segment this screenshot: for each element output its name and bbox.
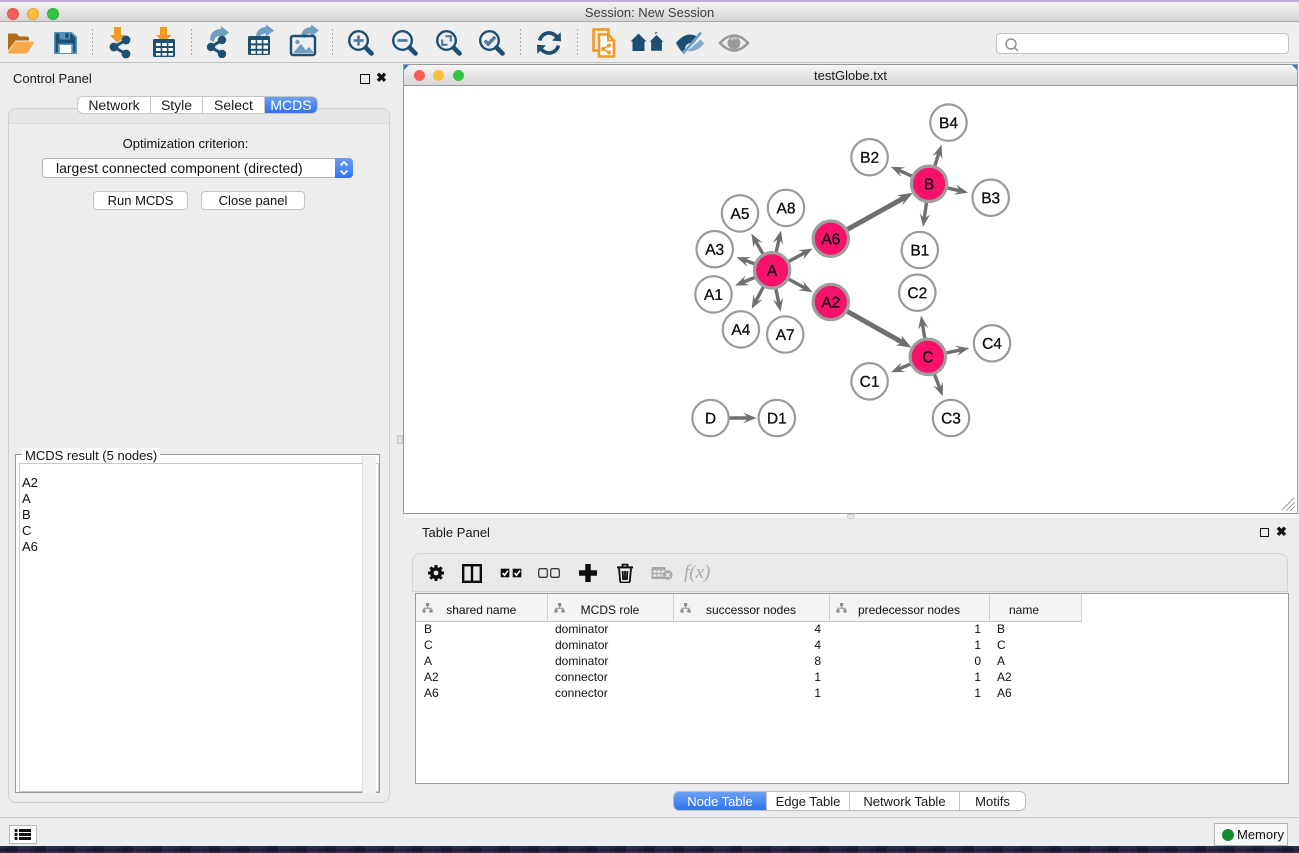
svg-text:A: A — [767, 263, 778, 280]
svg-text:B1: B1 — [910, 242, 929, 259]
svg-text:A6: A6 — [821, 231, 840, 248]
svg-text:A3: A3 — [705, 242, 724, 259]
svg-text:D: D — [705, 410, 716, 427]
svg-text:C3: C3 — [941, 410, 961, 427]
svg-text:A1: A1 — [704, 287, 723, 304]
svg-text:B4: B4 — [939, 115, 958, 132]
svg-text:B: B — [924, 176, 934, 193]
svg-text:C1: C1 — [860, 374, 880, 391]
svg-text:A7: A7 — [776, 327, 795, 344]
svg-text:A4: A4 — [731, 322, 750, 339]
svg-text:C4: C4 — [982, 336, 1002, 353]
svg-text:A5: A5 — [731, 206, 750, 223]
svg-text:D1: D1 — [767, 410, 787, 427]
svg-text:A2: A2 — [821, 294, 840, 311]
svg-text:C2: C2 — [907, 285, 927, 302]
svg-text:A8: A8 — [777, 200, 796, 217]
svg-text:B3: B3 — [981, 190, 1000, 207]
svg-text:B2: B2 — [860, 150, 879, 167]
svg-text:C: C — [922, 349, 933, 366]
